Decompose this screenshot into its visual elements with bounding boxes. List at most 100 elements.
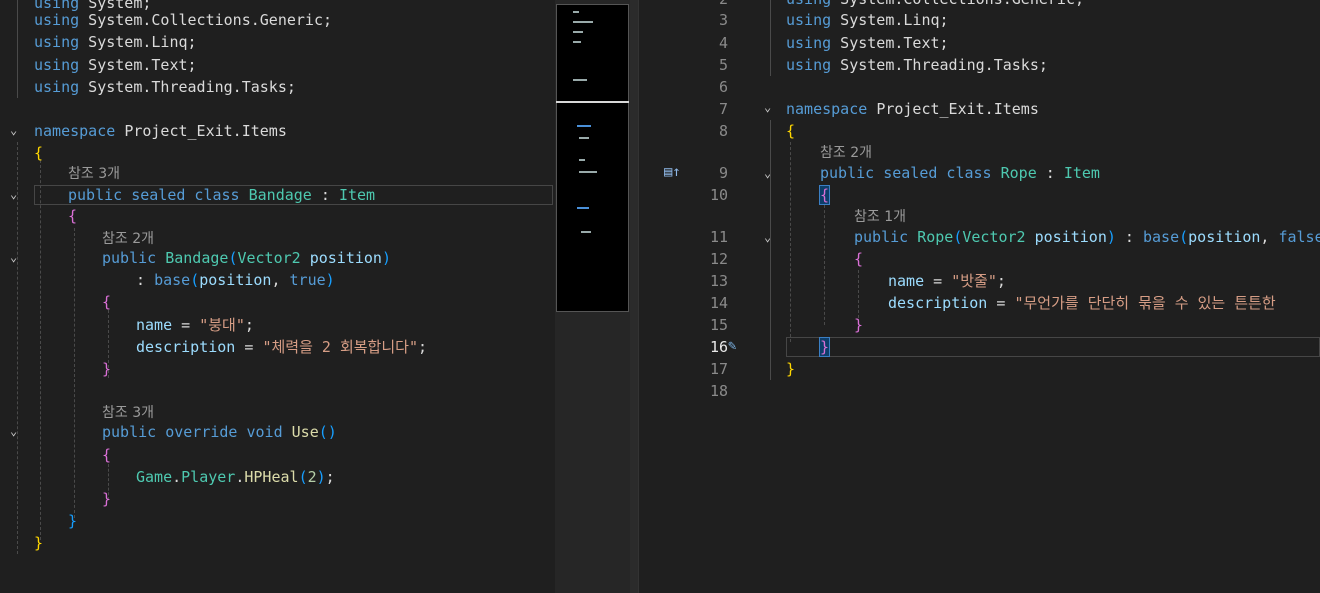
line-number: 18 — [709, 382, 728, 400]
operator: = — [172, 316, 200, 334]
override-marker-icon[interactable]: ▤↑ — [664, 164, 681, 180]
references-hint[interactable]: 참조 3개 — [68, 166, 120, 182]
indent-guide — [858, 270, 859, 318]
code-line[interactable]: public override void Use() — [102, 421, 337, 443]
code-line[interactable]: name = "밧줄"; — [888, 270, 1006, 292]
literal: false — [1278, 228, 1320, 246]
minimap-mark — [573, 21, 593, 23]
colon: : — [1036, 164, 1064, 182]
line-number: 13 — [709, 272, 728, 290]
codelens-references[interactable]: 참조 2개 — [820, 141, 872, 163]
ctor-name: Rope — [917, 228, 954, 246]
code-line[interactable]: { — [102, 291, 111, 313]
minimap-mark — [581, 231, 591, 233]
code-line[interactable]: } — [102, 488, 111, 510]
code-line[interactable]: description = "무언가를 단단히 묶을 수 있는 튼튼한 — [888, 292, 1276, 314]
code-line[interactable]: using System.Text; — [786, 32, 949, 54]
splitter[interactable] — [630, 0, 638, 593]
line-number: 11 — [709, 228, 728, 246]
keyword: base — [1143, 228, 1180, 246]
line-number: 12 — [709, 250, 728, 268]
code-line[interactable]: } — [786, 358, 795, 380]
bracket-match: } — [818, 337, 831, 357]
field-name: description — [888, 294, 988, 312]
code-line[interactable]: name = "붕대"; — [136, 314, 254, 336]
current-line-highlight — [786, 337, 1320, 357]
line-number: 3 — [718, 11, 728, 29]
code-line[interactable]: { — [854, 248, 863, 270]
line-number: 5 — [718, 56, 728, 74]
indent-guide — [770, 120, 771, 380]
minimap-viewport[interactable] — [556, 4, 629, 312]
code-line[interactable]: namespace Project_Exit.Items — [786, 98, 1039, 120]
code-line[interactable]: { — [818, 184, 831, 206]
method-name: Use — [291, 423, 319, 441]
references-hint[interactable]: 참조 2개 — [102, 231, 154, 247]
code-line[interactable]: } — [34, 532, 43, 554]
codelens-references[interactable]: 참조 3개 — [102, 401, 154, 423]
code-line[interactable]: using System.Text; — [34, 54, 197, 76]
code-line[interactable]: { — [68, 205, 77, 227]
code-line[interactable]: } — [818, 336, 831, 358]
base-class: Item — [1063, 164, 1100, 182]
minimap[interactable] — [555, 0, 630, 593]
namespace-name: Project_Exit.Items — [124, 122, 287, 140]
class-name: Bandage — [248, 186, 312, 204]
field-name: name — [136, 316, 173, 334]
code-line[interactable]: public Bandage(Vector2 position) — [102, 247, 391, 269]
code-line[interactable]: description = "체력을 2 회복합니다"; — [136, 336, 427, 358]
codelens-references[interactable]: 참조 1개 — [854, 205, 906, 227]
semicolon: ; — [418, 338, 428, 356]
operator: = — [235, 338, 263, 356]
code-line[interactable]: namespace Project_Exit.Items — [34, 120, 287, 142]
left-editor-pane[interactable]: ⌄ ⌄ ⌄ ⌄ using System; using System.Colle… — [0, 0, 555, 593]
semicolon: ; — [996, 272, 1006, 290]
colon: : — [136, 271, 155, 289]
code-line[interactable]: public sealed class Bandage : Item — [68, 184, 375, 206]
code-line[interactable]: } — [68, 510, 77, 532]
number-literal: 2 — [307, 468, 317, 486]
minimap-mark — [579, 159, 585, 161]
editor-margin — [638, 0, 661, 593]
code-line[interactable]: using System.Collections.Generic; — [34, 9, 332, 31]
references-hint[interactable]: 참조 1개 — [854, 209, 906, 225]
chevron-down-icon[interactable]: ⌄ — [10, 187, 17, 201]
line-number-current: 16 — [709, 338, 728, 356]
param-type: Vector2 — [237, 249, 301, 267]
code-line[interactable]: public sealed class Rope : Item — [820, 162, 1100, 184]
argument: position — [199, 271, 272, 289]
chevron-down-icon[interactable]: ⌄ — [10, 123, 17, 137]
code-line[interactable]: : base(position, true) — [136, 269, 335, 291]
line-number: 4 — [718, 34, 728, 52]
code-line[interactable]: using System.Linq; — [34, 31, 197, 53]
field-name: description — [136, 338, 236, 356]
references-hint[interactable]: 참조 3개 — [102, 405, 154, 421]
code-line[interactable]: { — [102, 444, 111, 466]
right-editor-pane[interactable]: 2 3 4 5 6 7 8 9 10 11 12 13 14 15 16 17 … — [660, 0, 1320, 593]
indent-guide — [17, 0, 18, 98]
line-number: 8 — [718, 122, 728, 140]
code-line[interactable]: { — [786, 120, 795, 142]
chevron-down-icon[interactable]: ⌄ — [764, 100, 771, 114]
indent-guide — [40, 160, 41, 540]
minimap-mark — [573, 11, 579, 13]
code-line[interactable]: } — [854, 314, 863, 336]
screwdriver-icon[interactable]: ✎ — [728, 338, 736, 354]
chevron-down-icon[interactable]: ⌄ — [10, 424, 17, 438]
codelens-references[interactable]: 참조 3개 — [68, 162, 120, 184]
code-line[interactable]: { — [34, 142, 43, 164]
code-line[interactable]: using System.Linq; — [786, 9, 949, 31]
code-line[interactable]: using System.Threading.Tasks; — [786, 54, 1048, 76]
chevron-down-icon[interactable]: ⌄ — [10, 250, 17, 264]
line-number: 7 — [718, 100, 728, 118]
codelens-references[interactable]: 참조 2개 — [102, 227, 154, 249]
keyword: namespace — [786, 100, 868, 118]
code-line[interactable]: Game.Player.HPHeal(2); — [136, 466, 335, 488]
code-line[interactable]: public Rope(Vector2 position) : base(pos… — [854, 226, 1320, 248]
indent-guide — [824, 205, 825, 325]
string-literal: "체력을 2 회복합니다" — [262, 338, 418, 356]
code-line[interactable]: using System.Threading.Tasks; — [34, 76, 296, 98]
references-hint[interactable]: 참조 2개 — [820, 145, 872, 161]
code-line[interactable]: } — [102, 358, 111, 380]
class-modifiers: public sealed class — [820, 164, 992, 182]
